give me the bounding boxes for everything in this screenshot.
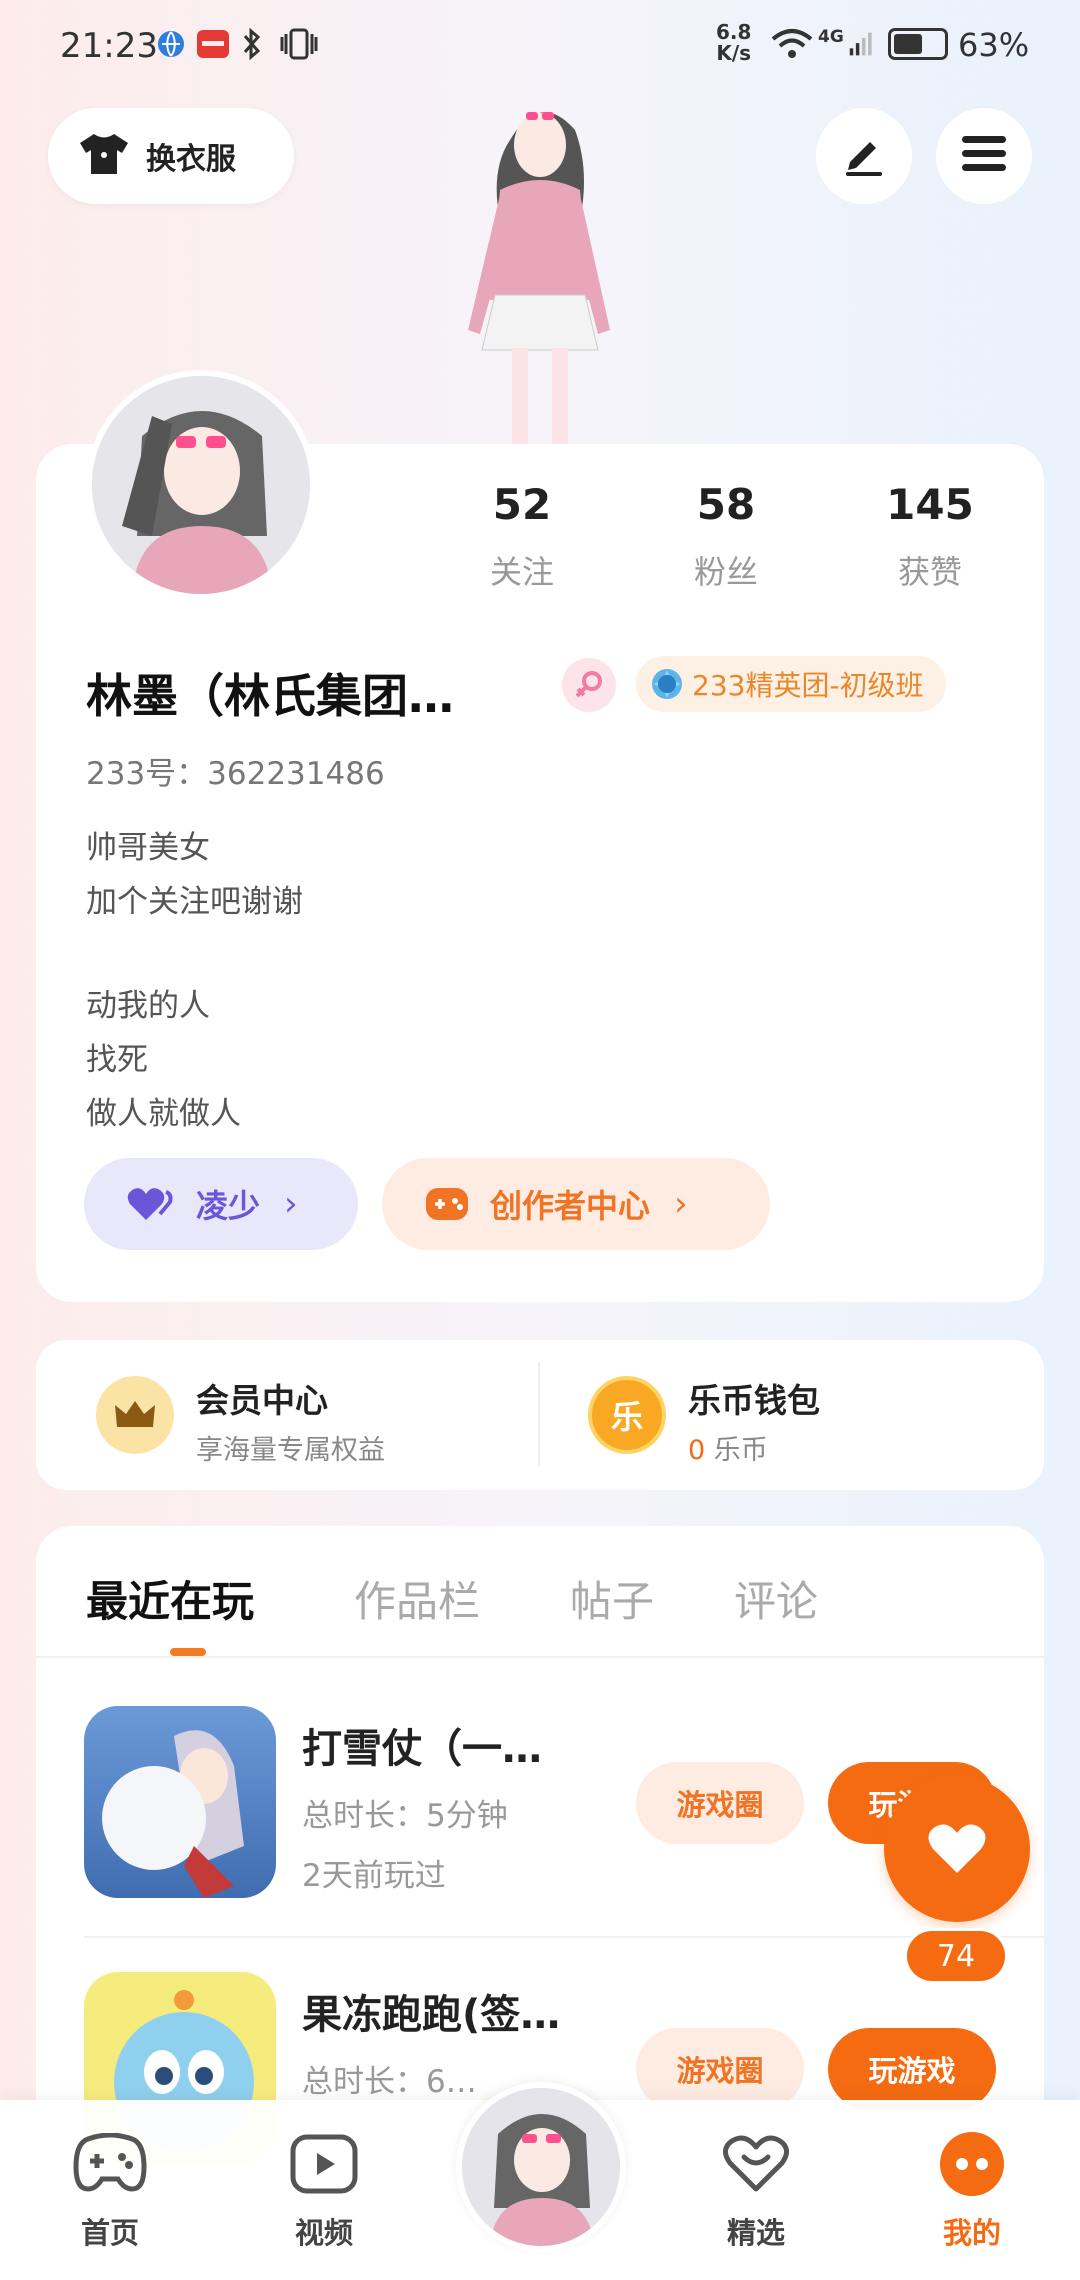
status-time: 21:23 bbox=[60, 26, 158, 66]
wifi-icon bbox=[770, 26, 814, 62]
stat-followers-label: 粉丝 bbox=[693, 553, 758, 591]
change-outfit-button[interactable]: 换衣服 bbox=[48, 108, 294, 204]
stat-following[interactable]: 52 关注 bbox=[442, 480, 602, 593]
game-title[interactable]: 打雪仗（一… bbox=[302, 1716, 612, 1774]
chevron-right-icon: › bbox=[284, 1184, 298, 1224]
coin-wallet-button[interactable]: 乐 bbox=[588, 1376, 666, 1454]
tab-works[interactable]: 作品栏 bbox=[354, 1568, 480, 1629]
battery-icon bbox=[888, 28, 948, 60]
chevron-right-icon: › bbox=[674, 1184, 688, 1224]
like-count: 74 bbox=[904, 1928, 1008, 1984]
cell-signal-icon: 4G bbox=[818, 26, 874, 62]
nav-featured[interactable]: 精选 bbox=[686, 2130, 826, 2252]
nav-me[interactable]: 我的 bbox=[902, 2130, 1042, 2252]
stat-followers-value: 58 bbox=[696, 480, 756, 529]
stat-likes-label: 获赞 bbox=[897, 553, 962, 591]
membership-wallet-card bbox=[36, 1340, 1044, 1490]
edit-icon bbox=[840, 130, 888, 182]
group-badge-label: 233精英团-初级班 bbox=[692, 669, 924, 702]
browser-icon bbox=[156, 26, 186, 62]
stat-followers[interactable]: 58 粉丝 bbox=[646, 480, 806, 593]
stat-following-label: 关注 bbox=[489, 553, 554, 591]
play-game-button[interactable]: 玩游戏 bbox=[828, 2028, 996, 2110]
tab-comments[interactable]: 评论 bbox=[734, 1568, 818, 1629]
gamepad-plus-icon bbox=[424, 1184, 470, 1224]
bluetooth-icon bbox=[240, 26, 264, 62]
tab-recently-played[interactable]: 最近在玩 bbox=[86, 1568, 254, 1629]
vibrate-icon bbox=[278, 26, 320, 62]
bio-line: 帅哥美女 bbox=[86, 830, 210, 866]
net-speed: 6.8 K/s bbox=[716, 20, 752, 65]
menu-button[interactable] bbox=[936, 108, 1032, 204]
bio-line: 做人就做人 bbox=[86, 1096, 241, 1132]
divider bbox=[84, 1936, 1044, 1938]
crown-icon bbox=[113, 1397, 157, 1433]
bio-line: 动我的人 bbox=[86, 988, 210, 1024]
change-outfit-label: 换衣服 bbox=[146, 142, 236, 177]
coin-icon: 乐 bbox=[610, 1398, 643, 1436]
coin-unit: 乐币 bbox=[713, 1435, 768, 1466]
video-icon bbox=[254, 2130, 394, 2198]
nav-featured-label: 精选 bbox=[726, 2216, 785, 2250]
divider bbox=[538, 1362, 540, 1466]
game-circle-button[interactable]: 游戏圈 bbox=[636, 2028, 804, 2110]
nav-me-label: 我的 bbox=[942, 2216, 1001, 2250]
like-button[interactable] bbox=[884, 1776, 1030, 1922]
heart-icon bbox=[686, 2130, 826, 2198]
game-icon-snowball[interactable] bbox=[84, 1706, 276, 1898]
partner-chip[interactable]: 凌少 › bbox=[84, 1158, 358, 1250]
coin-amount: 0 bbox=[688, 1435, 706, 1466]
stat-likes[interactable]: 145 获赞 bbox=[850, 480, 1010, 593]
stat-likes-value: 145 bbox=[886, 480, 974, 529]
partner-chip-label: 凌少 bbox=[196, 1187, 261, 1225]
member-center-button[interactable] bbox=[96, 1376, 174, 1454]
game-title[interactable]: 果冻跑跑(签… bbox=[302, 1982, 612, 2040]
nav-avatar-center[interactable] bbox=[456, 2082, 626, 2252]
bio-line: 找死 bbox=[86, 1042, 148, 1078]
edit-profile-button[interactable] bbox=[816, 108, 912, 204]
creator-center-chip[interactable]: 创作者中心 › bbox=[382, 1158, 770, 1250]
game-duration: 总时长：6… bbox=[302, 2064, 477, 2100]
creator-center-label: 创作者中心 bbox=[490, 1187, 651, 1225]
coin-wallet-title[interactable]: 乐币钱包 bbox=[688, 1374, 820, 1422]
battery-percent: 63% bbox=[958, 26, 1030, 64]
tshirt-icon bbox=[78, 131, 130, 181]
female-gender-icon bbox=[562, 658, 616, 712]
user-id[interactable]: 233号：362231486 bbox=[86, 748, 385, 793]
nav-home-label: 首页 bbox=[80, 2216, 139, 2250]
status-bar: 21:23 6.8 K/s 4G 63% bbox=[0, 0, 1080, 90]
nav-video[interactable]: 视频 bbox=[254, 2130, 394, 2252]
member-center-subtitle: 享海量专属权益 bbox=[196, 1435, 385, 1466]
divider bbox=[36, 1656, 1044, 1658]
game-circle-button[interactable]: 游戏圈 bbox=[636, 1762, 804, 1844]
bio-line: 加个关注吧谢谢 bbox=[86, 884, 303, 920]
menu-icon bbox=[960, 134, 1008, 178]
nav-video-label: 视频 bbox=[294, 2216, 353, 2250]
character-avatar-figure[interactable] bbox=[440, 90, 640, 450]
coin-wallet-balance: 0 乐币 bbox=[688, 1428, 768, 1467]
game-duration: 总时长：5分钟 bbox=[302, 1798, 508, 1834]
profile-avatar[interactable] bbox=[86, 370, 316, 600]
game-last-played: 2天前玩过 bbox=[302, 1858, 446, 1894]
member-center-title[interactable]: 会员中心 bbox=[196, 1374, 328, 1422]
tab-posts[interactable]: 帖子 bbox=[570, 1568, 654, 1629]
profile-icon bbox=[902, 2130, 1042, 2198]
stat-following-value: 52 bbox=[492, 480, 552, 529]
nav-home[interactable]: 首页 bbox=[40, 2130, 180, 2252]
group-badge[interactable]: 233精英团-初级班 bbox=[636, 656, 946, 712]
nickname: 林墨（林氏集团… bbox=[86, 669, 454, 723]
group-badge-icon bbox=[650, 667, 684, 701]
tab-indicator bbox=[170, 1648, 206, 1656]
heart-icon bbox=[925, 1821, 989, 1877]
double-heart-icon bbox=[126, 1184, 176, 1224]
gamepad-icon bbox=[40, 2130, 180, 2198]
huawei-app-icon bbox=[196, 26, 230, 62]
